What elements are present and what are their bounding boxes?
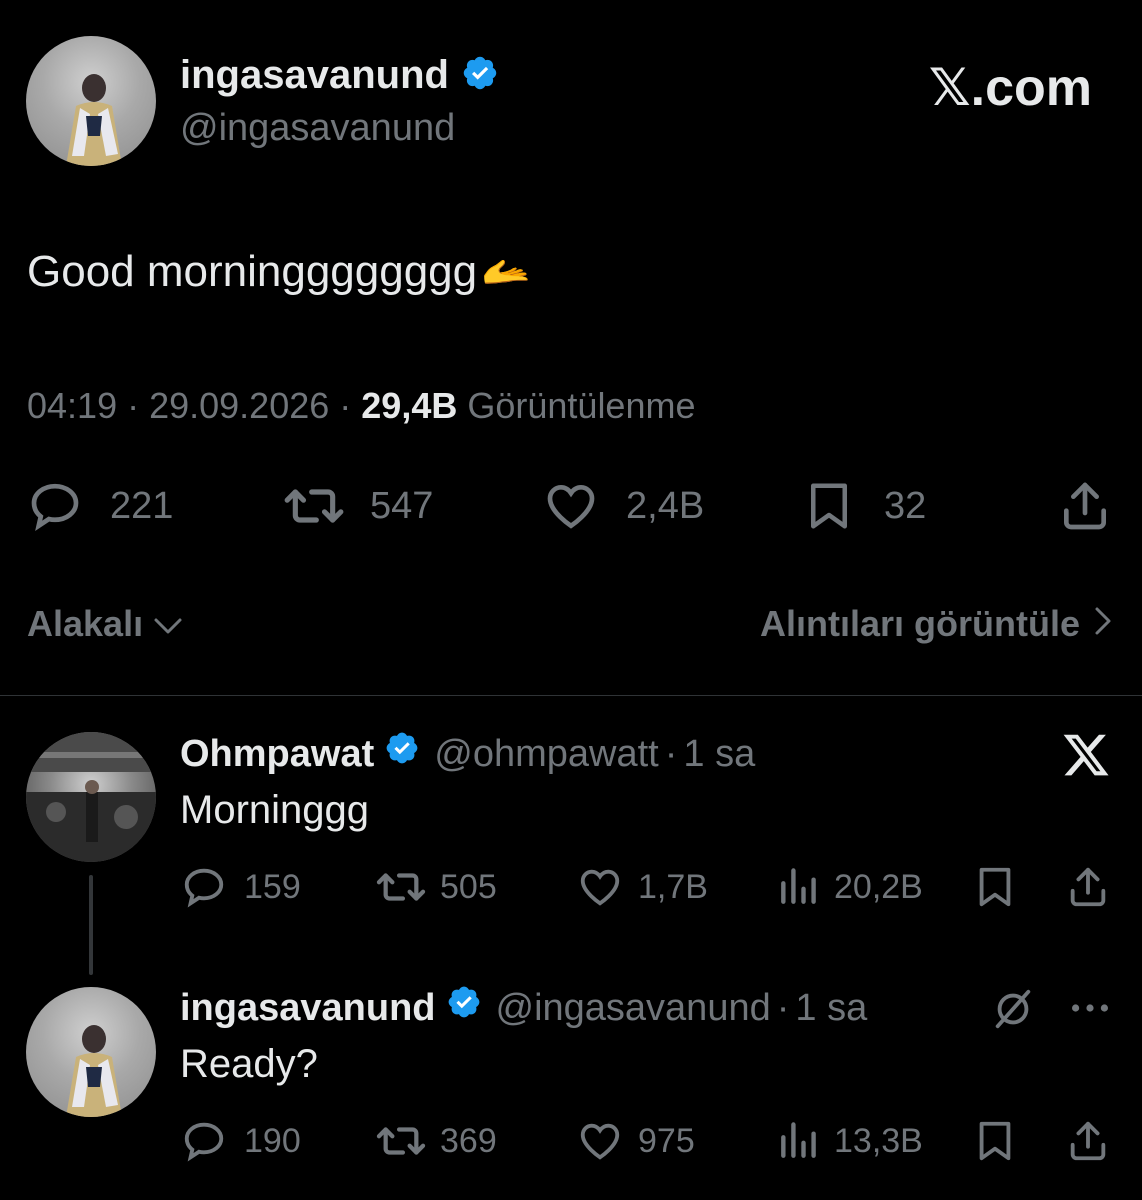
- emoji-hand: 🫴: [481, 250, 531, 294]
- sort-dropdown[interactable]: Alakalı: [27, 602, 183, 646]
- share-button[interactable]: [1056, 478, 1114, 534]
- separator-dot: ·: [339, 385, 352, 426]
- views-button[interactable]: 13,3B: [776, 1118, 923, 1164]
- tweet-date[interactable]: 29.09.2026: [149, 384, 329, 428]
- grok-icon[interactable]: [990, 986, 1036, 1037]
- retweet-count: 547: [370, 484, 434, 527]
- more-options-icon[interactable]: [1068, 990, 1112, 1031]
- thread-line: [89, 875, 93, 975]
- view-quotes-link[interactable]: Alıntıları görüntüle: [760, 602, 1112, 646]
- heart-icon: [576, 864, 624, 910]
- like-count: 2,4B: [626, 484, 705, 527]
- share-icon: [1064, 1118, 1112, 1164]
- analytics-icon: [776, 864, 820, 910]
- brand-logo: 𝕏.com: [928, 59, 1092, 117]
- retweet-count: 505: [440, 867, 497, 906]
- chevron-right-icon: [1094, 602, 1112, 646]
- reply-time[interactable]: 1 sa: [683, 731, 755, 777]
- bookmark-button[interactable]: [972, 1118, 1018, 1164]
- views-count: 13,3B: [834, 1121, 923, 1160]
- like-count: 1,7B: [638, 867, 708, 906]
- separator-dot: ·: [664, 732, 678, 775]
- sort-label: Alakalı: [27, 603, 144, 644]
- views-count: 20,2B: [834, 867, 923, 906]
- share-icon: [1064, 864, 1112, 910]
- heart-icon: [542, 478, 600, 534]
- bookmark-icon: [972, 864, 1018, 910]
- avatar[interactable]: [26, 987, 156, 1117]
- verified-badge-icon: [461, 54, 499, 97]
- handle[interactable]: @ingasavanund: [180, 106, 455, 150]
- display-name[interactable]: ingasavanund: [180, 985, 436, 1031]
- retweet-icon: [374, 864, 428, 910]
- reply-icon: [26, 478, 84, 534]
- retweet-icon: [374, 1118, 428, 1164]
- reply-text: Ready?: [180, 1042, 318, 1086]
- retweet-button[interactable]: 505: [374, 864, 497, 910]
- reply-icon: [180, 1118, 228, 1164]
- bookmark-button[interactable]: 32: [802, 478, 926, 534]
- reply-icon: [180, 864, 228, 910]
- like-count: 975: [638, 1121, 695, 1160]
- display-name[interactable]: ingasavanund: [180, 52, 449, 98]
- views-button[interactable]: 20,2B: [776, 864, 923, 910]
- retweet-icon: [282, 478, 346, 534]
- share-button[interactable]: [1064, 1118, 1112, 1164]
- like-button[interactable]: 1,7B: [576, 864, 708, 910]
- retweet-button[interactable]: 369: [374, 1118, 497, 1164]
- reply-count: 159: [244, 867, 301, 906]
- retweet-count: 369: [440, 1121, 497, 1160]
- share-button[interactable]: [1064, 864, 1112, 910]
- retweet-button[interactable]: 547: [282, 478, 433, 534]
- verified-badge-icon: [446, 984, 482, 1031]
- reply-button[interactable]: 221: [26, 478, 173, 534]
- quotes-label: Alıntıları görüntüle: [760, 603, 1080, 644]
- like-button[interactable]: 975: [576, 1118, 695, 1164]
- separator-dot: ·: [127, 385, 140, 426]
- heart-icon: [576, 1118, 624, 1164]
- reply-button[interactable]: 159: [180, 864, 301, 910]
- analytics-icon: [776, 1118, 820, 1164]
- handle[interactable]: @ingasavanund: [496, 985, 771, 1031]
- bookmark-count: 32: [884, 484, 927, 527]
- avatar[interactable]: [26, 36, 156, 166]
- x-logo-icon: [1060, 730, 1112, 785]
- reply-count: 190: [244, 1121, 301, 1160]
- bookmark-icon: [802, 478, 856, 534]
- bookmark-button[interactable]: [972, 864, 1018, 910]
- tweet-text: Good morningggggggg: [27, 247, 478, 296]
- views-label: Görüntülenme: [467, 385, 696, 426]
- reply-count: 221: [110, 484, 174, 527]
- reply-button[interactable]: 190: [180, 1118, 301, 1164]
- tweet-time[interactable]: 04:19: [27, 384, 117, 428]
- handle[interactable]: @ohmpawatt: [434, 731, 658, 777]
- reply-time[interactable]: 1 sa: [795, 985, 867, 1031]
- chevron-down-icon: [153, 602, 183, 646]
- reply-text: Morninggg: [180, 788, 370, 832]
- avatar[interactable]: [26, 732, 156, 862]
- bookmark-icon: [972, 1118, 1018, 1164]
- separator-dot: ·: [776, 986, 790, 1029]
- divider: [0, 695, 1142, 696]
- share-icon: [1056, 478, 1114, 534]
- like-button[interactable]: 2,4B: [542, 478, 704, 534]
- display-name[interactable]: Ohmpawat: [180, 731, 374, 777]
- views-count: 29,4B: [361, 385, 458, 426]
- verified-badge-icon: [384, 730, 420, 777]
